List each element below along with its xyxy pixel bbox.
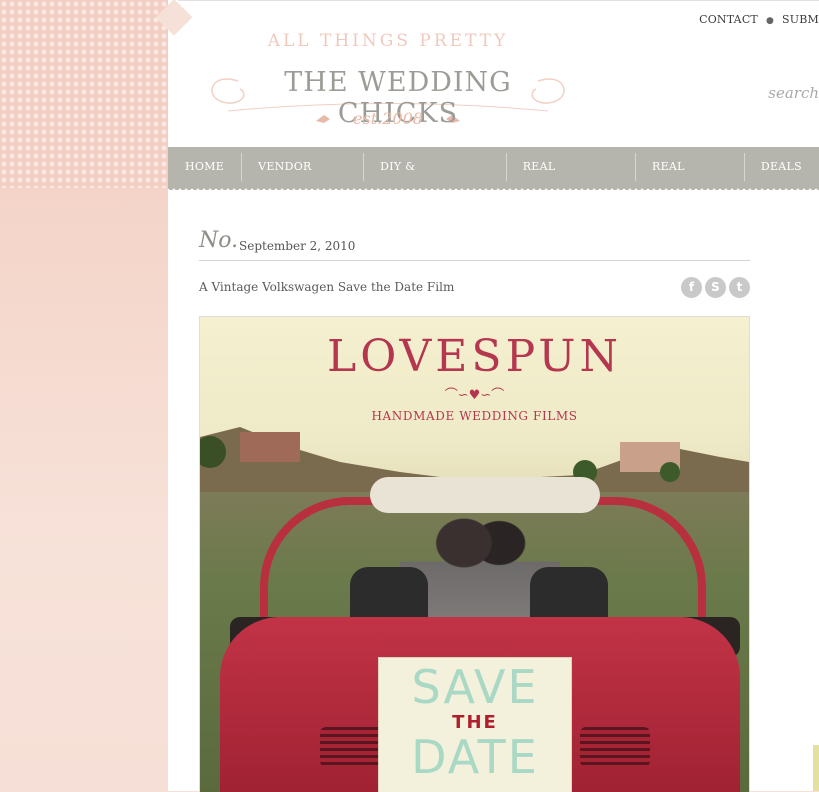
sign-save: SAVE xyxy=(411,660,539,714)
facebook-icon[interactable]: f xyxy=(681,277,702,298)
main-nav: HOME VENDOR GUIDE DIY & DOWNLOADS REAL W… xyxy=(168,147,819,213)
car-vent-right xyxy=(580,727,650,767)
post: No. September 2, 2010 A Vintage Volkswag… xyxy=(199,228,750,305)
pink-band xyxy=(0,188,180,791)
nav-real-weddings[interactable]: REAL WEDDINGS xyxy=(505,147,635,213)
post-meta: No. September 2, 2010 xyxy=(199,228,750,261)
nav-real-brides[interactable]: REAL BRIDES xyxy=(635,147,744,213)
lovespun-logo: LOVESPUN xyxy=(327,331,622,382)
twitter-icon[interactable]: t xyxy=(729,277,750,298)
page: CONTACT ● SUBM ALL THINGS PRETTY THE WEDDI… xyxy=(155,0,819,792)
topnav-contact-link[interactable]: CONTACT xyxy=(699,13,758,26)
hero-subtitle: HANDMADE WEDDING FILMS xyxy=(371,409,578,423)
topnav-separator: ● xyxy=(765,16,775,26)
hero-image[interactable]: LOVESPUN ⌒∽♥∽⌒ HANDMADE WEDDING FILMS SA… xyxy=(199,316,750,792)
post-title-row: A Vintage Volkswagen Save the Date Film … xyxy=(199,261,750,305)
post-number-mark: No. xyxy=(199,228,239,253)
topnav-submit-link[interactable]: SUBM xyxy=(782,13,819,26)
logo-est: est.2008 xyxy=(353,109,423,128)
nav-deals[interactable]: DEALS xyxy=(743,147,819,187)
flourish: ⌒∽♥∽⌒ xyxy=(444,388,505,403)
right-edge-strip xyxy=(813,745,819,791)
nav-home[interactable]: HOME xyxy=(168,147,241,187)
logo-tagline: ALL THINGS PRETTY xyxy=(267,31,509,51)
left-background xyxy=(0,0,180,791)
stumbleupon-icon[interactable]: S xyxy=(705,277,726,298)
sign-date: DATE xyxy=(411,730,539,784)
site-header: CONTACT ● SUBM ALL THINGS PRETTY THE WEDDI… xyxy=(155,0,819,148)
nav-vendor-guide[interactable]: VENDOR GUIDE xyxy=(241,147,363,213)
top-nav: CONTACT ● SUBM xyxy=(699,13,819,26)
share-icons: f S t xyxy=(681,277,750,298)
search-label[interactable]: search xyxy=(768,84,819,102)
site-logo[interactable]: ALL THINGS PRETTY THE WEDDING CHICKS est… xyxy=(198,21,578,141)
post-title[interactable]: A Vintage Volkswagen Save the Date Film xyxy=(199,280,454,294)
polka-pattern xyxy=(0,0,180,188)
post-date: September 2, 2010 xyxy=(239,239,356,253)
save-the-date-sign: SAVE THE DATE xyxy=(378,657,572,792)
nav-diy-downloads[interactable]: DIY & DOWNLOADS xyxy=(363,147,506,213)
hero-text: LOVESPUN ⌒∽♥∽⌒ HANDMADE WEDDING FILMS xyxy=(200,331,749,423)
